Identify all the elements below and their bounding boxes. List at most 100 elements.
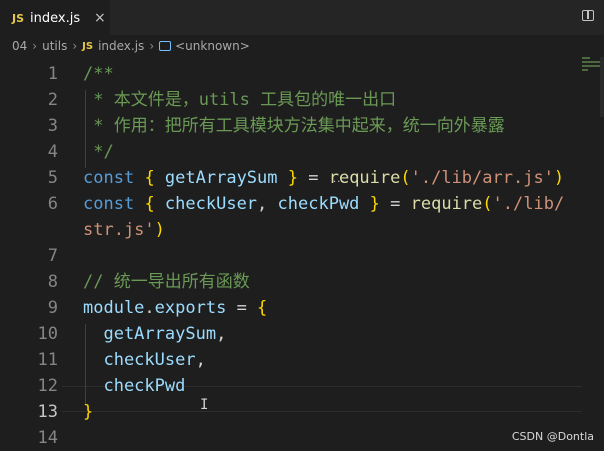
line-number: 7 — [47, 246, 58, 266]
breadcrumb-item-symbol[interactable]: <unknown> — [175, 39, 250, 53]
code-text: str.js') — [83, 217, 165, 243]
code-text: */ — [83, 139, 114, 165]
chevron-right-icon: › — [149, 39, 155, 53]
code-token: = — [379, 194, 411, 214]
code-line[interactable]: 2 * 本文件是，utils 工具包的唯一出口 — [0, 87, 580, 113]
code-line[interactable]: 10 getArraySum, — [0, 321, 580, 347]
code-token: * 作用：把所有工具模块方法集中起来，统一向外暴露 — [83, 116, 505, 136]
breadcrumb-item-file[interactable]: index.js — [98, 39, 144, 53]
suggestion-dots: ··· — [333, 177, 346, 188]
tab-bar: JS index.js × — [0, 0, 604, 35]
line-number: 11 — [37, 350, 58, 370]
code-line[interactable]: 11 checkUser, — [0, 347, 580, 373]
code-token: { — [144, 194, 155, 214]
code-token: exports — [154, 298, 227, 318]
code-token: ) — [154, 220, 165, 240]
line-number: 2 — [47, 90, 58, 110]
line-number: 9 — [47, 298, 58, 318]
code-token: // 统一导出所有函数 — [83, 272, 250, 292]
line-number: 6 — [47, 194, 58, 214]
code-token: require — [410, 194, 483, 214]
line-number: 14 — [37, 428, 58, 448]
line-number: 8 — [47, 272, 58, 292]
code-line[interactable]: 14 — [0, 425, 580, 451]
code-text: checkPwd — [83, 373, 185, 399]
code-line[interactable]: 1 /** — [0, 61, 580, 87]
code-token: ( — [400, 168, 411, 188]
code-token: { — [144, 168, 155, 188]
code-text: checkUser, — [83, 347, 206, 373]
code-line[interactable]: 8 // 统一导出所有函数 — [0, 269, 580, 295]
breadcrumb-item-folder[interactable]: 04 — [12, 39, 27, 53]
code-line[interactable]: 12 checkPwd — [0, 373, 580, 399]
tab-index-js[interactable]: JS index.js × — [0, 0, 110, 35]
code-token: getArraySum — [83, 324, 217, 344]
line-number: 1 — [47, 64, 58, 84]
code-token: ) — [553, 168, 565, 188]
mouse-cursor-icon: I — [200, 397, 209, 413]
code-token: . — [144, 298, 155, 318]
code-token: */ — [83, 142, 114, 162]
code-line[interactable]: 6 const { checkUser, checkPwd } = require… — [0, 191, 580, 217]
code-line[interactable]: 3 * 作用：把所有工具模块方法集中起来，统一向外暴露 — [0, 113, 580, 139]
code-text: module.exports = { — [83, 295, 267, 321]
code-token: './lib/arr.js' — [410, 168, 554, 188]
code-token: checkPwd — [83, 376, 186, 396]
code-token: , — [257, 194, 278, 214]
code-token: './lib/ — [492, 194, 565, 214]
js-file-icon: JS — [12, 11, 25, 25]
code-token: = — [298, 168, 329, 188]
code-text: * 本文件是，utils 工具包的唯一出口 — [83, 87, 396, 113]
code-text: const { getArraySum } = require('./lib/a… — [83, 165, 564, 191]
code-line[interactable]: 9 module.exports = { — [0, 295, 580, 321]
split-editor-icon[interactable] — [582, 10, 594, 21]
line-number: 12 — [37, 376, 58, 396]
code-line[interactable]: 4 */ — [0, 139, 580, 165]
code-text: * 作用：把所有工具模块方法集中起来，统一向外暴露 — [83, 113, 505, 139]
code-token: } — [287, 168, 298, 188]
line-number: 13 — [37, 402, 58, 422]
code-token: checkUser — [154, 194, 258, 214]
code-token: , — [216, 324, 227, 344]
code-token: ( — [482, 194, 493, 214]
code-text: // 统一导出所有函数 — [83, 269, 250, 295]
code-token: str.js' — [83, 220, 155, 240]
line-number: 3 — [47, 116, 58, 136]
code-token: checkUser — [83, 350, 196, 370]
code-token: getArraySum — [154, 168, 288, 188]
tab-label: index.js — [30, 10, 81, 26]
breadcrumb: 04 › utils › JS index.js › <unknown> — [0, 35, 604, 57]
code-line[interactable]: str.js') — [0, 217, 580, 243]
code-token: module — [83, 298, 145, 318]
code-token: { — [257, 298, 268, 318]
code-token: * 本文件是，utils 工具包的唯一出口 — [83, 90, 397, 110]
code-token: const — [83, 168, 135, 188]
code-token: /** — [83, 64, 114, 84]
code-token: = — [226, 298, 258, 318]
code-token: , — [195, 350, 206, 370]
close-icon[interactable]: × — [94, 9, 106, 27]
code-token: const — [83, 194, 135, 214]
symbol-icon — [159, 41, 172, 51]
line-number: 10 — [37, 324, 58, 344]
code-text: getArraySum, — [83, 321, 226, 347]
code-line[interactable]: 13} — [0, 399, 580, 425]
code-line[interactable]: 5 const { getArraySum } = require('./lib/… — [0, 165, 580, 191]
indent-guide — [85, 90, 86, 168]
code-text: const { checkUser, checkPwd } = require(… — [83, 191, 564, 217]
line-number: 4 — [47, 142, 58, 162]
code-text: /** — [83, 61, 114, 87]
watermark: CSDN @Dontla — [511, 430, 594, 443]
code-token: checkPwd — [277, 194, 370, 214]
chevron-right-icon: › — [72, 39, 78, 53]
breadcrumb-item-utils[interactable]: utils — [42, 39, 67, 53]
js-file-icon: JS — [82, 40, 94, 52]
line-number: 5 — [47, 168, 58, 188]
code-token: } — [83, 402, 94, 422]
code-token: } — [369, 194, 380, 214]
scrollbar[interactable] — [600, 57, 604, 117]
code-editor[interactable]: 1/** 2 * 本文件是，utils 工具包的唯一出口 3 * 作用：把所有工具模… — [0, 57, 604, 450]
code-line[interactable]: 7 — [0, 243, 580, 269]
